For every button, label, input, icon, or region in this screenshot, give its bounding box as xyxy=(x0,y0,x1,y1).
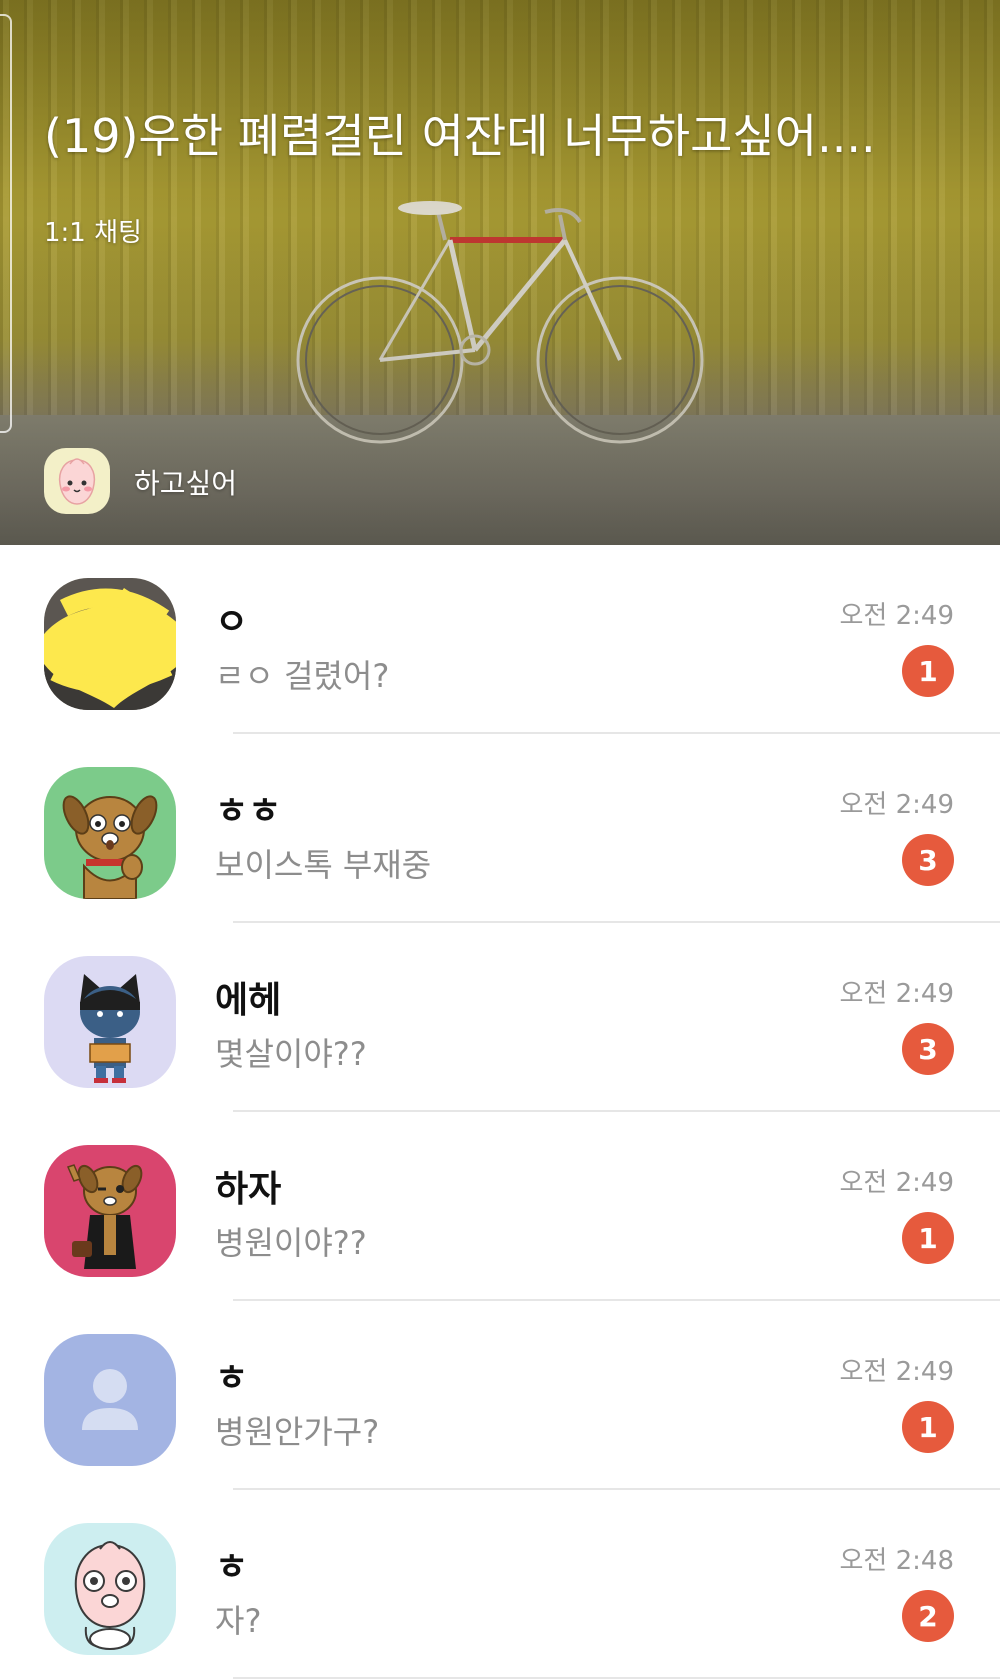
chat-preview: 보이스톡 부재중 xyxy=(215,846,432,884)
peach-character-icon xyxy=(74,1541,146,1650)
chatroom-type-label: 1:1 채팅 xyxy=(44,218,142,248)
obscured-photo-icon xyxy=(44,578,176,710)
unread-badge: 2 xyxy=(902,1590,954,1642)
host-name: 하고싶어 xyxy=(134,467,238,500)
unread-badge: 1 xyxy=(902,1212,954,1264)
dog-character-icon xyxy=(66,1164,143,1269)
chat-name: 에헤 xyxy=(215,980,282,1021)
host-avatar[interactable] xyxy=(44,448,110,514)
chat-preview: 병원이야?? xyxy=(215,1224,367,1262)
default-person-icon xyxy=(82,1369,138,1430)
chat-time: 오전 2:49 xyxy=(839,1357,955,1387)
chat-list-item[interactable]: 하자 병원이야?? 오전 2:49 1 xyxy=(0,1112,1000,1301)
unread-badge: 1 xyxy=(902,1401,954,1453)
avatar xyxy=(44,1145,176,1277)
avatar xyxy=(44,767,176,899)
chat-name: 하자 xyxy=(215,1169,282,1210)
avatar xyxy=(44,578,176,710)
chat-time: 오전 2:48 xyxy=(839,1546,955,1576)
side-drawer-handle[interactable] xyxy=(0,14,12,433)
chat-list-item[interactable]: ㅇ ㄹㅇ 걸렸어? 오전 2:49 1 xyxy=(0,545,1000,734)
chat-list-item[interactable]: 에헤 몇살이야?? 오전 2:49 3 xyxy=(0,923,1000,1112)
chat-name: ㅎㅎ xyxy=(215,791,282,832)
avatar xyxy=(44,1334,176,1466)
chat-name: ㅇ xyxy=(215,602,249,643)
chatroom-title: (19)우한 폐렴걸린 여잔데 너무하고싶어.... xyxy=(44,109,876,163)
chat-list-item[interactable]: ㅎㅎ 보이스톡 부재중 오전 2:49 3 xyxy=(0,734,1000,923)
chat-list-item[interactable]: ㅎ 병원안가구? 오전 2:49 1 xyxy=(0,1301,1000,1490)
chat-time: 오전 2:49 xyxy=(839,1168,955,1198)
chat-preview: 병원안가구? xyxy=(215,1413,380,1451)
chat-name: ㅎ xyxy=(215,1547,249,1588)
chat-preview: ㄹㅇ 걸렸어? xyxy=(215,657,390,695)
chat-preview: 몇살이야?? xyxy=(215,1035,367,1073)
cat-character-icon xyxy=(80,974,140,1083)
chat-preview: 자? xyxy=(215,1602,262,1640)
unread-badge: 3 xyxy=(902,834,954,886)
chat-name: ㅎ xyxy=(215,1358,249,1399)
apeach-icon xyxy=(58,458,96,505)
avatar xyxy=(44,956,176,1088)
chatroom-header: (19)우한 폐렴걸린 여잔데 너무하고싶어.... 1:1 채팅 하고싶어 xyxy=(0,0,1000,545)
chat-list: ㅇ ㄹㅇ 걸렸어? 오전 2:49 1 ㅎㅎ 보이스톡 부재중 오전 2:49 … xyxy=(0,545,1000,1679)
unread-badge: 1 xyxy=(902,645,954,697)
avatar xyxy=(44,1523,176,1655)
unread-badge: 3 xyxy=(902,1023,954,1075)
dog-character-icon xyxy=(62,795,158,899)
chat-list-item[interactable]: ㅎ 자? 오전 2:48 2 xyxy=(0,1490,1000,1679)
chat-time: 오전 2:49 xyxy=(839,979,955,1009)
chat-time: 오전 2:49 xyxy=(839,601,955,631)
chat-time: 오전 2:49 xyxy=(839,790,955,820)
